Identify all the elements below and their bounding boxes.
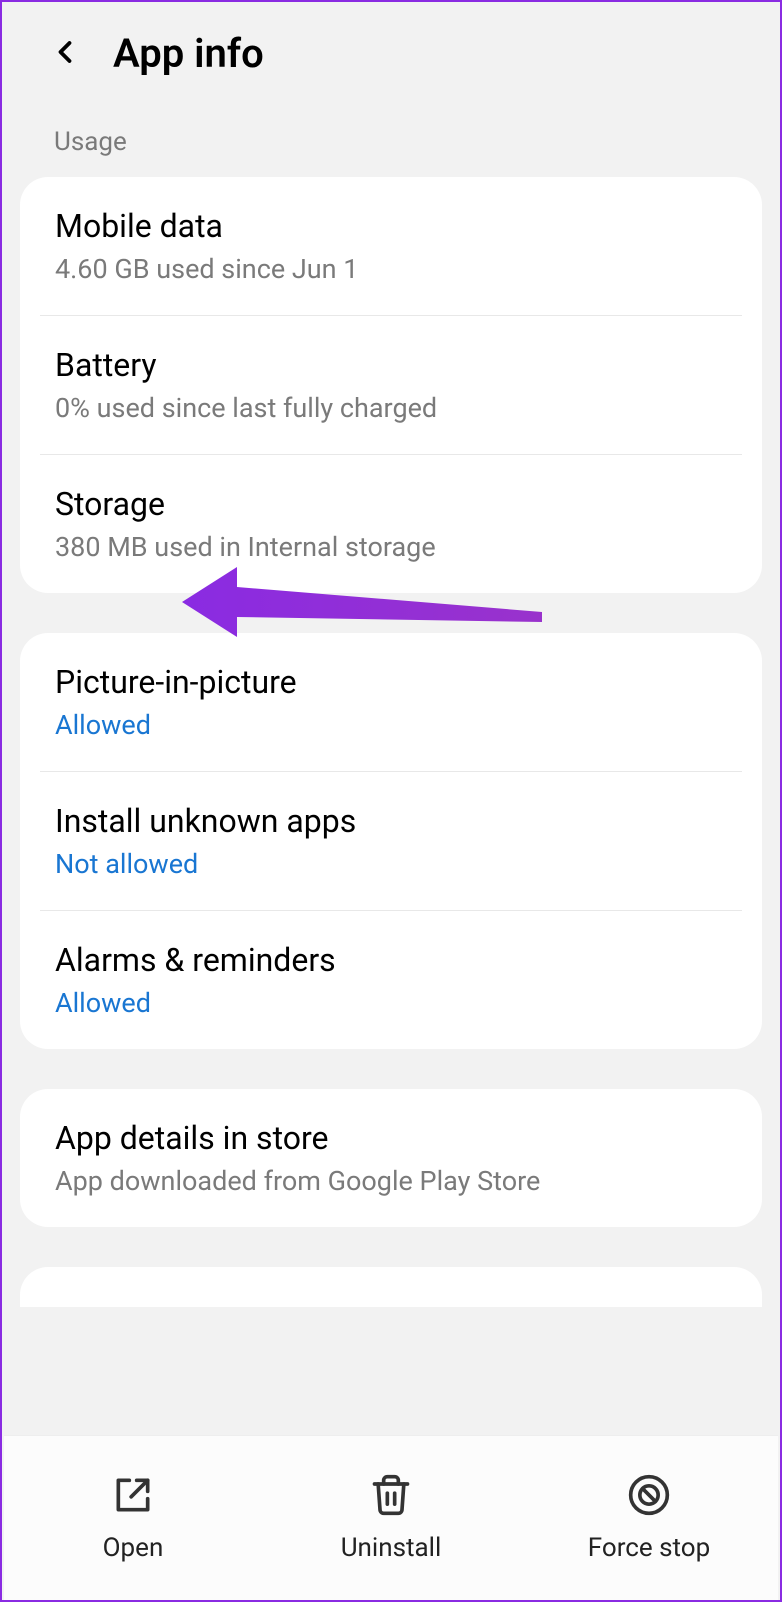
battery-row[interactable]: Battery 0% used since last fully charged (20, 316, 762, 454)
pip-status: Allowed (55, 709, 727, 741)
alarms-row[interactable]: Alarms & reminders Allowed (20, 911, 762, 1049)
back-icon[interactable] (47, 34, 83, 74)
page-title: App info (113, 30, 264, 77)
unknown-apps-status: Not allowed (55, 848, 727, 880)
battery-subtitle: 0% used since last fully charged (55, 392, 727, 424)
store-card: App details in store App downloaded from… (20, 1089, 762, 1227)
uninstall-label: Uninstall (341, 1533, 442, 1563)
storage-subtitle: 380 MB used in Internal storage (55, 531, 727, 563)
force-stop-button[interactable]: Force stop (520, 1473, 778, 1563)
uninstall-button[interactable]: Uninstall (262, 1473, 520, 1563)
trash-icon (369, 1473, 413, 1521)
usage-section-label: Usage (2, 127, 780, 177)
mobile-data-subtitle: 4.60 GB used since Jun 1 (55, 253, 727, 285)
alarms-status: Allowed (55, 987, 727, 1019)
pip-row[interactable]: Picture-in-picture Allowed (20, 633, 762, 771)
header-bar: App info (2, 2, 780, 127)
permissions-card: Picture-in-picture Allowed Install unkno… (20, 633, 762, 1049)
force-stop-label: Force stop (588, 1533, 710, 1563)
pip-title: Picture-in-picture (55, 663, 727, 701)
alarms-title: Alarms & reminders (55, 941, 727, 979)
unknown-apps-row[interactable]: Install unknown apps Not allowed (20, 772, 762, 910)
mobile-data-row[interactable]: Mobile data 4.60 GB used since Jun 1 (20, 177, 762, 315)
unknown-apps-title: Install unknown apps (55, 802, 727, 840)
store-subtitle: App downloaded from Google Play Store (55, 1165, 727, 1197)
storage-title: Storage (55, 485, 727, 523)
mobile-data-title: Mobile data (55, 207, 727, 245)
open-button[interactable]: Open (4, 1473, 262, 1563)
storage-row[interactable]: Storage 380 MB used in Internal storage (20, 455, 762, 593)
stop-icon (627, 1473, 671, 1521)
store-details-row[interactable]: App details in store App downloaded from… (20, 1089, 762, 1227)
store-title: App details in store (55, 1119, 727, 1157)
open-label: Open (103, 1533, 164, 1563)
open-icon (111, 1473, 155, 1521)
partial-card (20, 1267, 762, 1307)
bottom-action-bar: Open Uninstall Force stop (4, 1435, 778, 1600)
usage-card: Mobile data 4.60 GB used since Jun 1 Bat… (20, 177, 762, 593)
battery-title: Battery (55, 346, 727, 384)
